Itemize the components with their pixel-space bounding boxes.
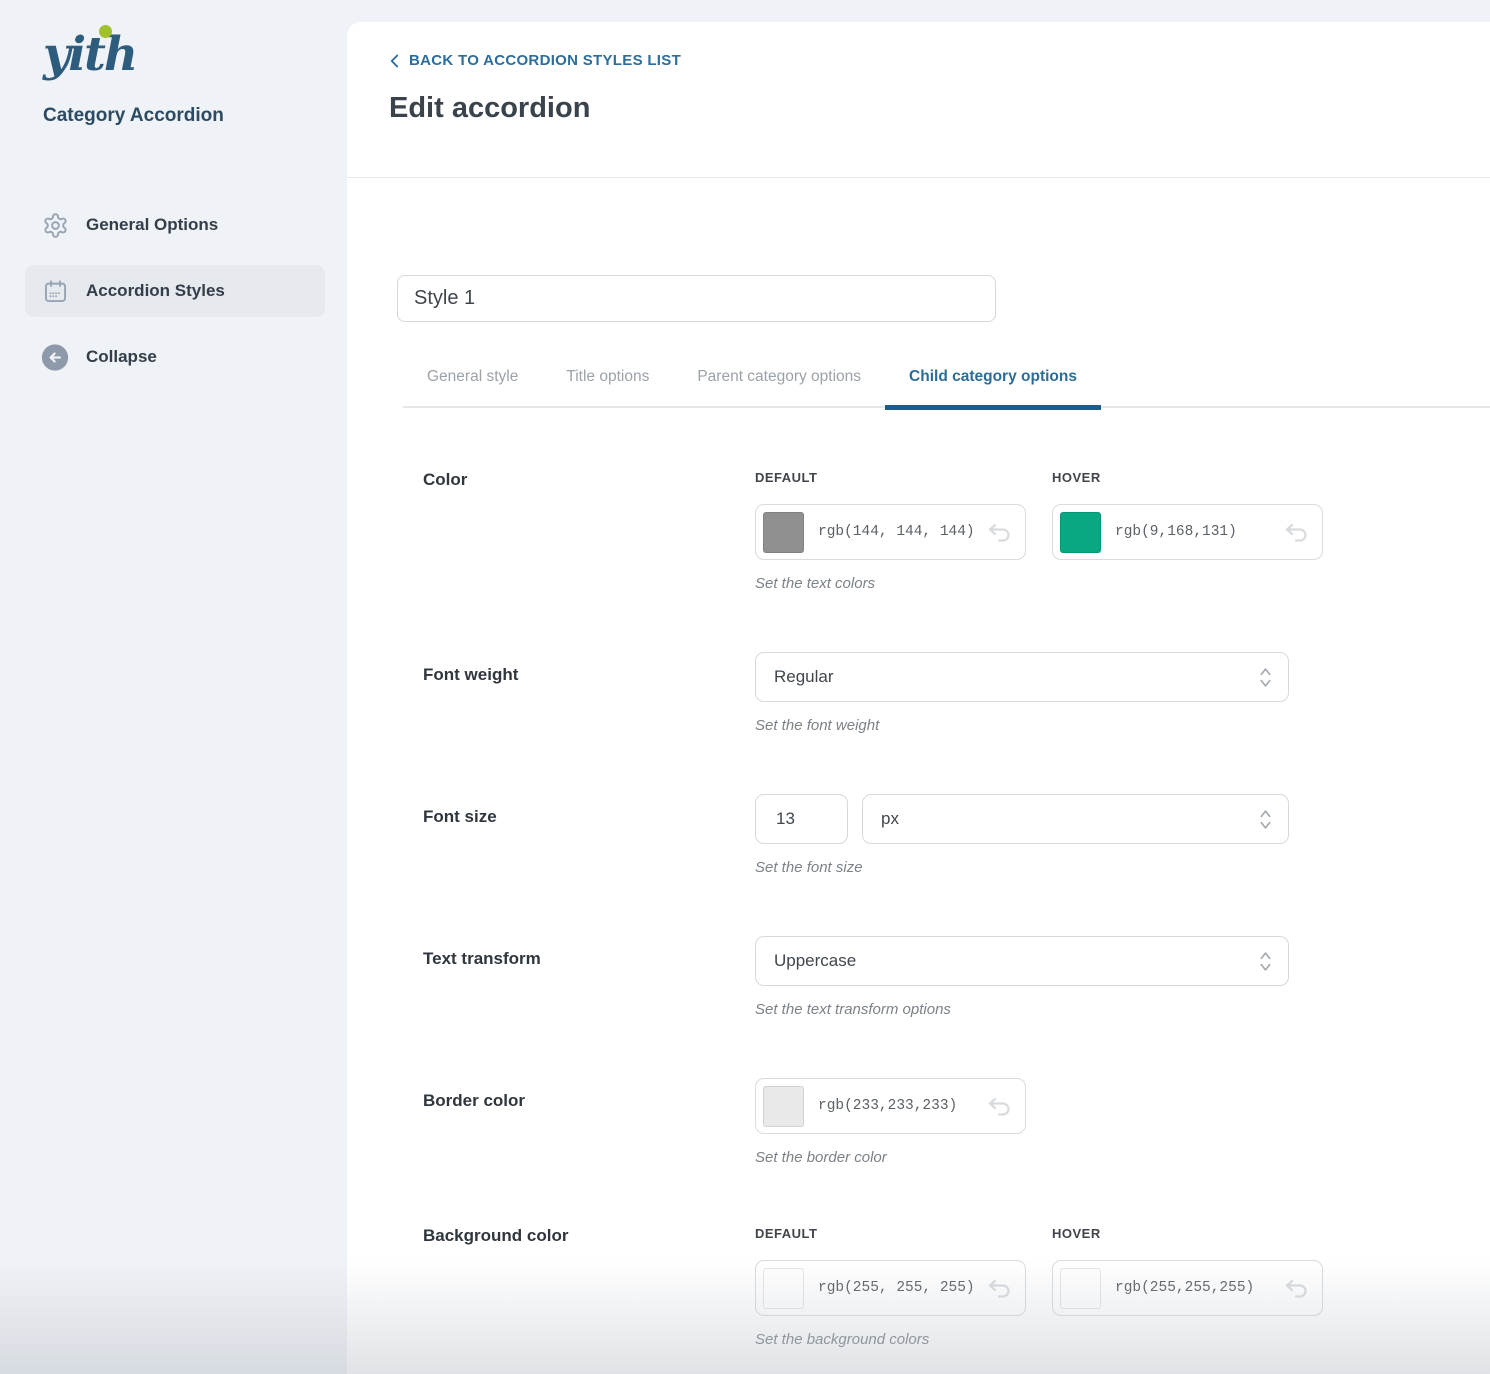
row-content: DEFAULT rgb(144, 144, 144) bbox=[755, 470, 1323, 592]
select-value: px bbox=[881, 809, 899, 829]
help-text: Set the background colors bbox=[755, 1331, 1323, 1348]
color-value: rgb(9,168,131) bbox=[1115, 524, 1284, 540]
tab-general-style[interactable]: General style bbox=[403, 368, 542, 406]
color-swatch[interactable] bbox=[763, 1086, 804, 1127]
row-content: rgb(233,233,233) Set the border color bbox=[755, 1078, 1026, 1166]
sidebar-item-accordion-styles[interactable]: Accordion Styles bbox=[25, 265, 325, 317]
edit-form: General style Title options Parent categ… bbox=[347, 275, 1490, 1348]
color-picker-default[interactable]: rgb(144, 144, 144) bbox=[755, 504, 1026, 560]
background-color-picker-default[interactable]: rgb(255, 255, 255) bbox=[755, 1260, 1026, 1316]
color-value: rgb(233,233,233) bbox=[818, 1098, 987, 1114]
undo-icon bbox=[987, 1096, 1013, 1117]
row-content: DEFAULT rgb(255, 255, 255) bbox=[755, 1226, 1323, 1348]
color-swatch[interactable] bbox=[1060, 1268, 1101, 1309]
form-row-background-color: Background color DEFAULT rgb(255, 255, 2… bbox=[423, 1226, 1490, 1348]
row-content: Regular Set the font weight bbox=[755, 652, 1289, 734]
text-transform-select[interactable]: Uppercase bbox=[755, 936, 1289, 986]
back-link[interactable]: BACK TO ACCORDION STYLES LIST bbox=[389, 52, 681, 69]
column-default: DEFAULT rgb(255, 255, 255) bbox=[755, 1226, 1026, 1316]
row-label: Color bbox=[423, 470, 755, 592]
tab-parent-category-options[interactable]: Parent category options bbox=[673, 368, 885, 406]
yith-logo-text: yith bbox=[43, 27, 136, 82]
calendar-icon bbox=[41, 277, 69, 305]
tab-child-category-options[interactable]: Child category options bbox=[885, 368, 1101, 406]
back-chevron-icon bbox=[389, 53, 400, 69]
column-default: DEFAULT rgb(144, 144, 144) bbox=[755, 470, 1026, 560]
form-row-border-color: Border color rgb(233,233,233) Set the bo… bbox=[423, 1078, 1490, 1166]
sidebar-nav: General Options Accordion Styles bbox=[25, 199, 347, 383]
row-label: Background color bbox=[423, 1226, 755, 1348]
page-header: BACK TO ACCORDION STYLES LIST Edit accor… bbox=[347, 22, 1490, 178]
collapse-arrow-icon bbox=[41, 343, 69, 371]
sidebar-item-collapse[interactable]: Collapse bbox=[25, 331, 325, 383]
form-row-font-weight: Font weight Regular Set the font weight bbox=[423, 652, 1490, 734]
help-text: Set the text transform options bbox=[755, 1001, 1289, 1018]
app-title: Category Accordion bbox=[43, 105, 347, 127]
gear-icon bbox=[41, 211, 69, 239]
color-value: rgb(255,255,255) bbox=[1115, 1280, 1284, 1296]
color-value: rgb(144, 144, 144) bbox=[818, 524, 987, 540]
sidebar-item-label: Collapse bbox=[86, 347, 157, 367]
row-label: Font weight bbox=[423, 652, 755, 734]
chevron-updown-icon bbox=[1259, 950, 1272, 973]
font-size-unit-select[interactable]: px bbox=[862, 794, 1289, 844]
column-hover: HOVER rgb(255,255,255) bbox=[1052, 1226, 1323, 1316]
column-label-hover: HOVER bbox=[1052, 1226, 1323, 1241]
main-panel: BACK TO ACCORDION STYLES LIST Edit accor… bbox=[347, 22, 1490, 1374]
help-text: Set the text colors bbox=[755, 575, 1323, 592]
column-label-default: DEFAULT bbox=[755, 470, 1026, 485]
reset-button[interactable] bbox=[987, 1096, 1013, 1117]
back-link-label: BACK TO ACCORDION STYLES LIST bbox=[409, 52, 681, 69]
reset-button[interactable] bbox=[987, 522, 1013, 543]
font-weight-select[interactable]: Regular bbox=[755, 652, 1289, 702]
row-label: Font size bbox=[423, 794, 755, 876]
row-content: px Set the font size bbox=[755, 794, 1289, 876]
reset-button[interactable] bbox=[1284, 522, 1310, 543]
reset-button[interactable] bbox=[1284, 1278, 1310, 1299]
column-hover: HOVER rgb(9,168,131) bbox=[1052, 470, 1323, 560]
page-title: Edit accordion bbox=[389, 92, 1448, 125]
help-text: Set the border color bbox=[755, 1149, 1026, 1166]
reset-button[interactable] bbox=[987, 1278, 1013, 1299]
column-label-hover: HOVER bbox=[1052, 470, 1323, 485]
row-label: Border color bbox=[423, 1078, 755, 1166]
select-value: Uppercase bbox=[774, 951, 856, 971]
sidebar-item-label: Accordion Styles bbox=[86, 281, 225, 301]
form-row-color: Color DEFAULT rgb(144, 144, 144) bbox=[423, 470, 1490, 592]
chevron-updown-icon bbox=[1259, 666, 1272, 689]
chevron-updown-icon bbox=[1259, 808, 1272, 831]
border-color-picker[interactable]: rgb(233,233,233) bbox=[755, 1078, 1026, 1134]
sidebar-item-general-options[interactable]: General Options bbox=[25, 199, 325, 251]
row-content: Uppercase Set the text transform options bbox=[755, 936, 1289, 1018]
color-swatch[interactable] bbox=[763, 1268, 804, 1309]
select-value: Regular bbox=[774, 667, 834, 687]
tabs: General style Title options Parent categ… bbox=[403, 368, 1490, 408]
form-rows: Color DEFAULT rgb(144, 144, 144) bbox=[347, 470, 1490, 1348]
background-color-picker-hover[interactable]: rgb(255,255,255) bbox=[1052, 1260, 1323, 1316]
font-size-input[interactable] bbox=[755, 794, 848, 844]
form-row-font-size: Font size px Set the font size bbox=[423, 794, 1490, 876]
help-text: Set the font weight bbox=[755, 717, 1289, 734]
undo-icon bbox=[987, 522, 1013, 543]
color-swatch[interactable] bbox=[763, 512, 804, 553]
color-swatch[interactable] bbox=[1060, 512, 1101, 553]
tab-title-options[interactable]: Title options bbox=[542, 368, 673, 406]
sidebar: yith Category Accordion General Options bbox=[0, 0, 347, 1374]
form-row-text-transform: Text transform Uppercase Set the text tr… bbox=[423, 936, 1490, 1018]
yith-logo-green-dot bbox=[99, 25, 112, 38]
help-text: Set the font size bbox=[755, 859, 1289, 876]
column-label-default: DEFAULT bbox=[755, 1226, 1026, 1241]
undo-icon bbox=[987, 1278, 1013, 1299]
sidebar-item-label: General Options bbox=[86, 215, 218, 235]
undo-icon bbox=[1284, 522, 1310, 543]
yith-logo: yith bbox=[43, 25, 203, 91]
color-value: rgb(255, 255, 255) bbox=[818, 1280, 987, 1296]
style-name-input[interactable] bbox=[397, 275, 996, 322]
undo-icon bbox=[1284, 1278, 1310, 1299]
color-picker-hover[interactable]: rgb(9,168,131) bbox=[1052, 504, 1323, 560]
row-label: Text transform bbox=[423, 936, 755, 1018]
